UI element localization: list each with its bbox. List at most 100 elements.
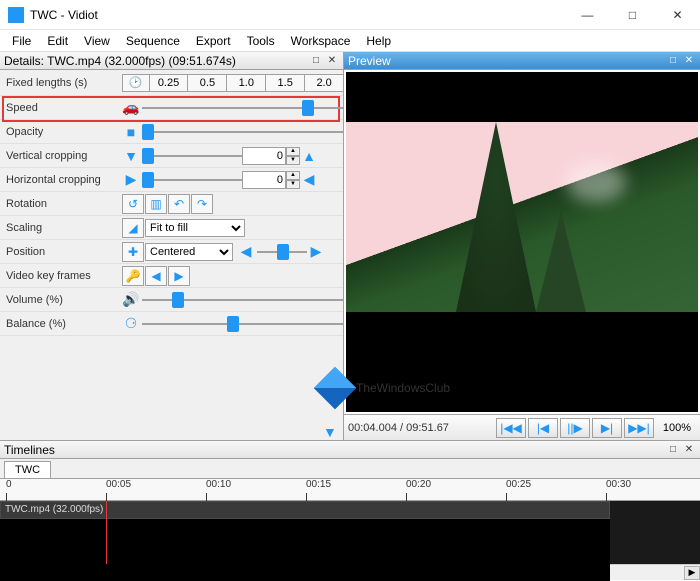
- rotate-180-icon[interactable]: ↺: [122, 194, 144, 214]
- timelines-close-icon[interactable]: ✕: [682, 443, 696, 457]
- label-rotation: Rotation: [6, 198, 122, 210]
- position-icon[interactable]: ✚: [122, 242, 144, 262]
- row-scaling: Scaling ◢ Fit to fill: [0, 216, 343, 240]
- fixed-length-10[interactable]: 1.0: [226, 74, 266, 92]
- keyframe-icon[interactable]: 🔑: [122, 266, 144, 286]
- vcrop-spinner[interactable]: ▲▼: [286, 147, 300, 165]
- label-scaling: Scaling: [6, 222, 122, 234]
- vcrop-down-icon[interactable]: ▼: [122, 147, 140, 165]
- ruler-tick: 0: [6, 479, 56, 490]
- hcrop-slider[interactable]: [142, 170, 242, 190]
- menu-sequence[interactable]: Sequence: [118, 32, 188, 50]
- timeline-clip[interactable]: TWC.mp4 (32.000fps): [0, 501, 610, 519]
- label-position: Position: [6, 246, 122, 258]
- flip-horiz-icon[interactable]: ▥: [145, 194, 167, 214]
- preview-video[interactable]: [346, 72, 698, 412]
- speed-icon: 🚗: [122, 99, 140, 117]
- hcrop-left-icon[interactable]: ◀: [300, 171, 318, 189]
- details-header: Details: TWC.mp4 (32.000fps) (09:51.674s…: [0, 52, 343, 70]
- timeline-tab-twc[interactable]: TWC: [4, 461, 51, 478]
- menu-tools[interactable]: Tools: [239, 32, 283, 50]
- ruler-tick: 00:15: [306, 479, 356, 490]
- minimize-button[interactable]: ―: [565, 0, 610, 30]
- menu-file[interactable]: File: [4, 32, 39, 50]
- scroll-right-button[interactable]: ▶: [684, 566, 700, 580]
- ruler-tick: 00:30: [606, 479, 656, 490]
- preview-max-icon[interactable]: □: [666, 54, 680, 68]
- menu-help[interactable]: Help: [358, 32, 399, 50]
- row-balance: Balance (%) ⚆: [0, 312, 343, 336]
- play-pause-button[interactable]: ||▶: [560, 418, 590, 438]
- row-opacity: Opacity ■: [0, 120, 343, 144]
- label-fixed-lengths: Fixed lengths (s): [6, 77, 122, 89]
- rotate-cw-icon[interactable]: ↷: [191, 194, 213, 214]
- menu-view[interactable]: View: [76, 32, 118, 50]
- vcrop-input[interactable]: [242, 147, 286, 165]
- row-volume: Volume (%) 🔊: [0, 288, 343, 312]
- transport-bar: 00:04.004 / 09:51.67 |◀◀ |◀ ||▶ ▶| ▶▶| 1…: [344, 414, 700, 440]
- row-speed: Speed 🚗: [0, 96, 343, 120]
- pos-slider[interactable]: [257, 242, 307, 262]
- fixed-length-05[interactable]: 0.5: [187, 74, 227, 92]
- clock-icon[interactable]: 🕑: [122, 74, 150, 92]
- scroll-down-icon[interactable]: ▼: [323, 424, 339, 440]
- step-back-button[interactable]: |◀: [528, 418, 558, 438]
- row-position: Position ✚ Centered ◀ ▶: [0, 240, 343, 264]
- close-button[interactable]: ✕: [655, 0, 700, 30]
- maximize-button[interactable]: □: [610, 0, 655, 30]
- label-volume: Volume (%): [6, 294, 122, 306]
- menu-export[interactable]: Export: [188, 32, 239, 50]
- preview-close-icon[interactable]: ✕: [682, 54, 696, 68]
- time-display: 00:04.004 / 09:51.67: [348, 422, 449, 434]
- timeline-track[interactable]: TWC.mp4 (32.000fps): [0, 501, 700, 564]
- row-vertical-crop: Vertical cropping ▼ ▲▼ ▲: [0, 144, 343, 168]
- app-icon: [8, 7, 24, 23]
- opacity-slider[interactable]: [142, 122, 343, 142]
- pos-left-icon[interactable]: ◀: [237, 243, 255, 261]
- position-select[interactable]: Centered: [145, 243, 233, 261]
- timelines-title: Timelines: [4, 443, 55, 457]
- zoom-display: 100%: [658, 422, 696, 434]
- menu-workspace[interactable]: Workspace: [283, 32, 359, 50]
- timelines-max-icon[interactable]: □: [666, 443, 680, 457]
- goto-end-button[interactable]: ▶▶|: [624, 418, 654, 438]
- label-vcrop: Vertical cropping: [6, 150, 122, 162]
- speed-slider[interactable]: [142, 98, 343, 118]
- kf-prev-icon[interactable]: ◀: [145, 266, 167, 286]
- ruler-tick: 00:05: [106, 479, 156, 490]
- preview-title: Preview: [348, 54, 391, 68]
- scaling-icon[interactable]: ◢: [122, 218, 144, 238]
- playhead[interactable]: [106, 501, 107, 564]
- vcrop-slider[interactable]: [142, 146, 242, 166]
- balance-slider[interactable]: [142, 314, 343, 334]
- volume-icon: 🔊: [122, 291, 140, 309]
- timelines-tabrow: TWC: [0, 459, 700, 479]
- label-balance: Balance (%): [6, 318, 122, 330]
- volume-slider[interactable]: [142, 290, 343, 310]
- timelines-panel: Timelines □ ✕ TWC 0 00:05 00:10 00:15 00…: [0, 440, 700, 580]
- details-close-icon[interactable]: ✕: [325, 54, 339, 68]
- details-max-icon[interactable]: □: [309, 54, 323, 68]
- details-title: Details: TWC.mp4 (32.000fps) (09:51.674s…: [4, 54, 236, 68]
- timeline-ruler[interactable]: 0 00:05 00:10 00:15 00:20 00:25 00:30: [0, 479, 700, 501]
- row-rotation: Rotation ↺ ▥ ↶ ↷: [0, 192, 343, 216]
- vcrop-up-icon[interactable]: ▲: [300, 147, 318, 165]
- pos-right-icon[interactable]: ▶: [307, 243, 325, 261]
- goto-start-button[interactable]: |◀◀: [496, 418, 526, 438]
- hcrop-spinner[interactable]: ▲▼: [286, 171, 300, 189]
- timelines-header: Timelines □ ✕: [0, 441, 700, 459]
- fixed-length-15[interactable]: 1.5: [265, 74, 305, 92]
- ruler-tick: 00:10: [206, 479, 256, 490]
- fixed-length-025[interactable]: 0.25: [149, 74, 189, 92]
- kf-next-icon[interactable]: ▶: [168, 266, 190, 286]
- opacity-icon: ■: [122, 123, 140, 141]
- hcrop-right-icon[interactable]: ▶: [122, 171, 140, 189]
- menu-edit[interactable]: Edit: [39, 32, 76, 50]
- scaling-select[interactable]: Fit to fill: [145, 219, 245, 237]
- rotate-ccw-icon[interactable]: ↶: [168, 194, 190, 214]
- balance-icon: ⚆: [122, 315, 140, 333]
- ruler-tick: 00:25: [506, 479, 556, 490]
- fixed-length-20[interactable]: 2.0: [304, 74, 343, 92]
- step-forward-button[interactable]: ▶|: [592, 418, 622, 438]
- hcrop-input[interactable]: [242, 171, 286, 189]
